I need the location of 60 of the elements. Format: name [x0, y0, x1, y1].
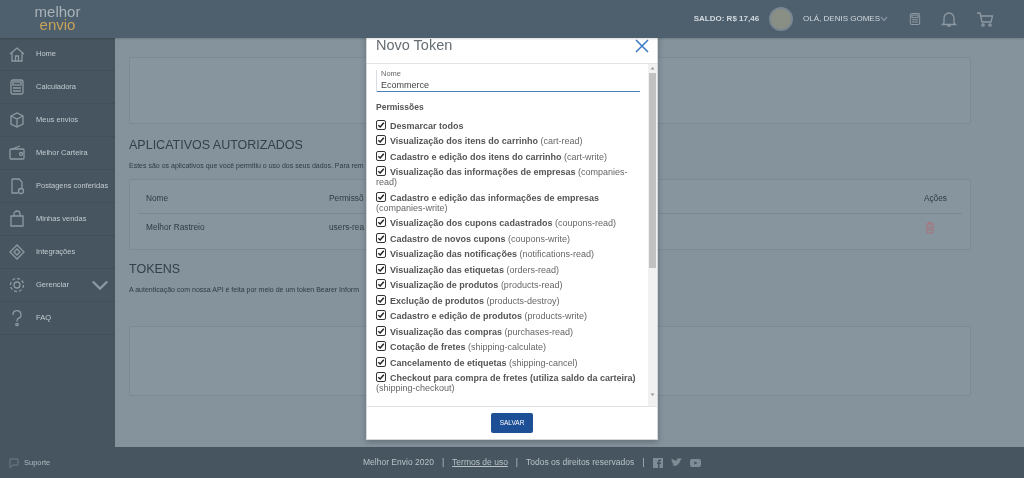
column-header: Ações [922, 192, 948, 205]
close-icon[interactable] [635, 39, 649, 53]
column-header: Nome [145, 192, 170, 205]
table-cell-text: Melhor Rastreio [145, 221, 206, 234]
section-label: Permissões [376, 101, 425, 114]
permission-option[interactable]: Visualização das etiquetas (orders-read) [376, 263, 640, 275]
permission-option[interactable]: Visualização das compras (purchases-read) [376, 325, 640, 337]
terms-link[interactable]: Termos de uso [452, 456, 508, 469]
separator-text: | [441, 456, 445, 469]
rights-text: Todos os direitos reservados [526, 456, 635, 469]
modal-title: Novo Token [376, 36, 453, 56]
chevron-down-icon [880, 15, 888, 22]
checkbox[interactable] [376, 279, 386, 290]
box-icon [8, 111, 26, 129]
wallet-icon [8, 144, 26, 162]
house-icon [8, 45, 26, 63]
checkbox[interactable] [376, 166, 386, 177]
permission-option[interactable]: Cadastro e edição de produtos (products-write) [376, 310, 640, 322]
checkbox[interactable] [376, 135, 386, 146]
permission-option[interactable]: Cadastro e edição dos itens do carrinho (cart-write) [376, 150, 640, 162]
section-title: TOKENS [129, 261, 181, 279]
permission-option[interactable]: Visualização de produtos (products-read) [376, 279, 640, 291]
permission-option[interactable]: Visualização das notificações (notifications-read) [376, 248, 640, 260]
copyright-text: Melhor Envio 2020 [363, 456, 434, 469]
permission-option[interactable]: Cancelamento de etiquetas (shipping-cancel) [376, 356, 640, 368]
checkbox[interactable] [376, 341, 386, 352]
permission-option[interactable]: Visualização dos cupons cadastrados (coupons-read) [376, 217, 640, 229]
chat-bubble-icon [8, 456, 20, 469]
checkbox[interactable] [376, 263, 386, 274]
separator-text: | [515, 456, 519, 469]
balance-text: SALDO: R$ 17,46 [693, 13, 760, 25]
checkbox[interactable] [376, 191, 386, 202]
permission-option[interactable]: Visualização das informações de empresas (companies-read) [376, 166, 640, 188]
permission-option[interactable]: Checkout para compra de fretes (utiliza saldo da carteira) (shipping-checkout) [376, 372, 640, 394]
checkbox[interactable] [376, 325, 386, 336]
permission-option[interactable]: Cotação de fretes (shipping-calculate) [376, 341, 640, 353]
checkbox[interactable] [376, 119, 386, 130]
checkbox[interactable] [376, 217, 386, 228]
bag-icon [8, 210, 26, 228]
separator-text: | [642, 456, 645, 469]
diamond-icon [8, 243, 26, 261]
table-cell-text: users-rea [328, 221, 365, 234]
calculator-icon [8, 78, 26, 96]
checkbox[interactable] [376, 310, 386, 321]
section-title: APLICATIVOS AUTORIZADOS [129, 137, 303, 154]
checkbox[interactable] [376, 248, 386, 259]
gear-icon [8, 276, 26, 294]
user-menu[interactable]: OLÁ, DENIS GOMES [803, 13, 888, 25]
permission-option[interactable]: Desmarcar todos [376, 119, 640, 131]
permission-option[interactable]: Cadastro de novos cupons (coupons-write) [376, 232, 640, 244]
document-icon [8, 177, 26, 195]
column-header: Permissõ [328, 192, 364, 205]
permission-option[interactable]: Cadastro e edição das informações de empresas (companies-write) [376, 191, 640, 213]
checkbox[interactable] [376, 372, 386, 383]
checkbox[interactable] [376, 232, 386, 243]
permission-option[interactable]: Exclução de produtos (products-destroy) [376, 294, 640, 306]
checkbox[interactable] [376, 294, 386, 305]
checkbox[interactable] [376, 356, 386, 367]
permission-option[interactable]: Visualização dos itens do carrinho (cart-read) [376, 135, 640, 147]
checkbox[interactable] [376, 150, 386, 161]
